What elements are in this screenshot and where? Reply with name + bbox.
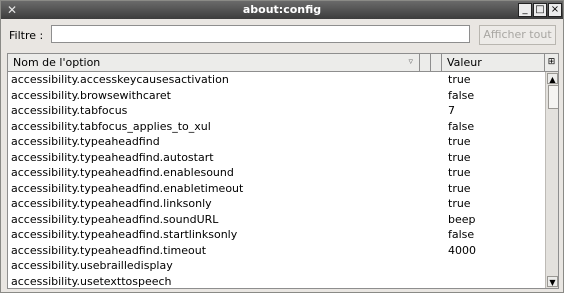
option-name: accessibility.browsewithcaret xyxy=(11,88,171,102)
option-name: accessibility.typeaheadfind.startlinkson… xyxy=(11,228,238,241)
table-row[interactable]: accessibility.typeaheadfind.soundURL beep xyxy=(8,212,540,228)
option-value: 7 xyxy=(448,104,455,117)
column-header-status[interactable] xyxy=(420,54,431,71)
column-header-name-label: Nom de l'option xyxy=(13,56,101,69)
option-value: true xyxy=(448,135,471,148)
option-name: accessibility.typeaheadfind.enabletimeou… xyxy=(11,181,244,195)
option-name: accessibility.typeaheadfind.linksonly xyxy=(11,197,212,210)
maximize-button[interactable]: □ xyxy=(533,3,547,17)
show-all-button[interactable]: Afficher tout xyxy=(479,25,556,45)
option-name: accessibility.tabfocus xyxy=(11,104,128,117)
option-value: true xyxy=(448,150,471,164)
table-row[interactable]: accessibility.usetexttospeech xyxy=(8,274,540,289)
minimize-button[interactable]: _ xyxy=(518,3,532,17)
column-header-value[interactable]: Valeur xyxy=(442,54,545,71)
window-title: about:config xyxy=(242,3,322,16)
table-row[interactable]: accessibility.typeaheadfind.timeout 4000 xyxy=(8,243,540,259)
table-row[interactable]: accessibility.typeaheadfind.linksonly tru… xyxy=(8,196,540,212)
option-value: false xyxy=(448,119,475,133)
option-name: accessibility.accesskeycausesactivation xyxy=(11,73,229,86)
scrollbar-thumb[interactable] xyxy=(548,85,558,109)
table-row[interactable]: accessibility.tabfocus_applies_to_xul fal… xyxy=(8,119,540,135)
scroll-up-arrow-icon[interactable]: ▲ xyxy=(547,73,558,84)
column-header-name[interactable]: Nom de l'option ▿ xyxy=(8,54,420,71)
option-name: accessibility.typeaheadfind.autostart xyxy=(11,150,214,164)
option-value: false xyxy=(448,88,475,102)
column-header-value-label: Valeur xyxy=(447,56,482,69)
sort-indicator-icon: ▿ xyxy=(408,57,413,67)
table-row[interactable]: accessibility.browsewithcaret false xyxy=(8,88,540,104)
table-row[interactable]: accessibility.typeaheadfind.enabletimeou… xyxy=(8,181,540,197)
option-value: true xyxy=(448,73,471,86)
option-name: accessibility.usebrailledisplay xyxy=(11,259,173,272)
table-row[interactable]: accessibility.typeaheadfind true xyxy=(8,134,540,150)
option-name: accessibility.tabfocus_applies_to_xul xyxy=(11,119,211,133)
tree-header: Nom de l'option ▿ Valeur ⊞ xyxy=(8,54,558,72)
option-value: 4000 xyxy=(448,243,476,257)
table-row[interactable]: accessibility.typeaheadfind.startlinkson… xyxy=(8,227,540,243)
column-header-type[interactable] xyxy=(431,54,442,71)
column-picker-icon[interactable]: ⊞ xyxy=(545,54,558,71)
about-config-window: ✕ about:config _ □ × Filtre : Afficher t… xyxy=(0,0,564,293)
option-name: accessibility.usetexttospeech xyxy=(11,274,172,288)
table-row[interactable]: accessibility.typeaheadfind.autostart tru… xyxy=(8,150,540,166)
option-name: accessibility.typeaheadfind.enablesound xyxy=(11,166,234,179)
option-value: false xyxy=(448,228,475,241)
table-row[interactable]: accessibility.usebrailledisplay xyxy=(8,258,540,274)
title-bar[interactable]: ✕ about:config _ □ × xyxy=(1,1,563,19)
filter-label: Filtre : xyxy=(9,29,44,42)
option-name: accessibility.typeaheadfind xyxy=(11,135,160,148)
option-name: accessibility.typeaheadfind.timeout xyxy=(11,243,207,257)
table-row[interactable]: accessibility.tabfocus 7 xyxy=(8,103,540,119)
option-value: beep xyxy=(448,212,476,226)
rows-container: accessibility.accesskeycausesactivation t… xyxy=(8,72,540,289)
vertical-scrollbar[interactable]: ▲ ▼ xyxy=(545,72,558,288)
table-row[interactable]: accessibility.typeaheadfind.enablesound t… xyxy=(8,165,540,181)
option-name: accessibility.typeaheadfind.soundURL xyxy=(11,212,219,226)
table-row[interactable]: accessibility.accesskeycausesactivation t… xyxy=(8,72,540,88)
scroll-down-arrow-icon[interactable]: ▼ xyxy=(547,276,558,287)
option-value: true xyxy=(448,166,471,179)
close-button[interactable]: × xyxy=(548,3,562,17)
preferences-tree[interactable]: Nom de l'option ▿ Valeur ⊞ accessibility… xyxy=(7,53,559,289)
filter-input[interactable] xyxy=(51,25,470,43)
option-value: true xyxy=(448,181,471,195)
option-value: true xyxy=(448,197,471,210)
